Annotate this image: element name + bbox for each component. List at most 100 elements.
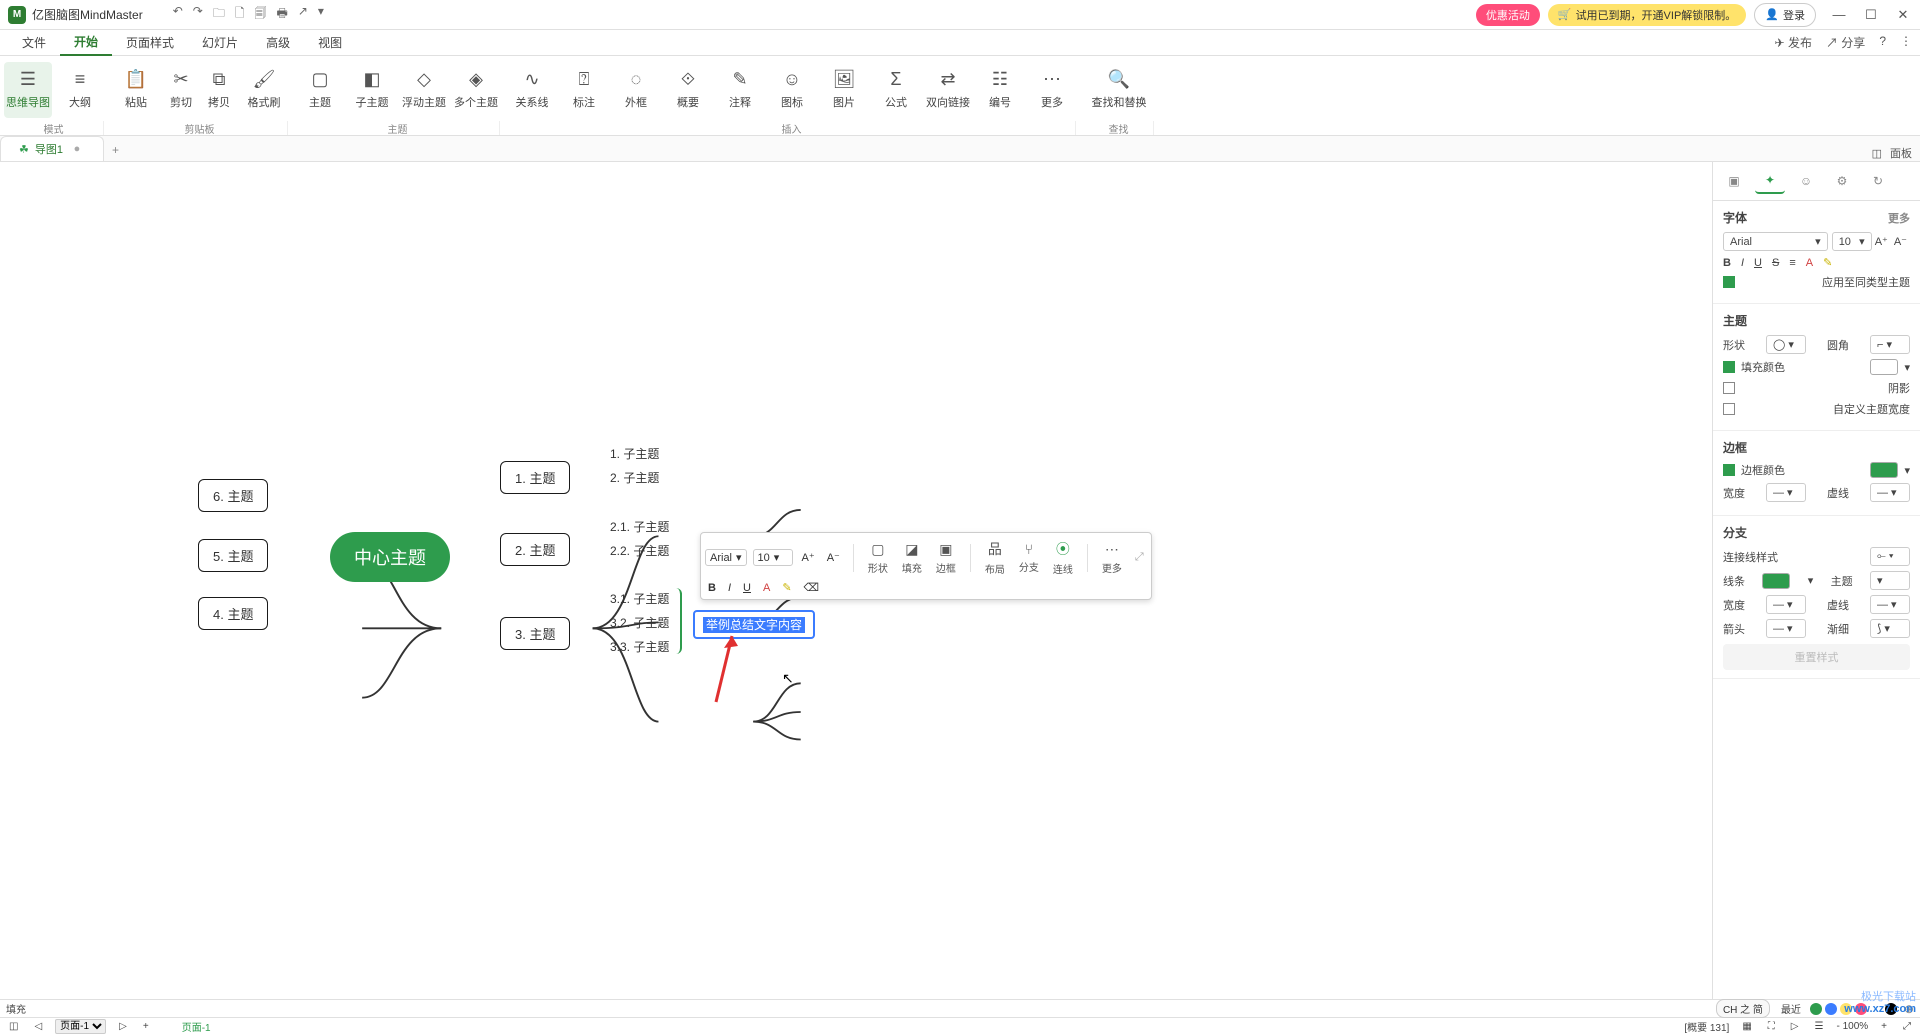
trial-banner[interactable]: 🛒 试用已到期，开通VIP解锁限制。 bbox=[1548, 4, 1746, 26]
print-icon[interactable]: 🖶 bbox=[276, 4, 287, 25]
float-layout[interactable]: 品布局 bbox=[981, 537, 1009, 578]
document-tab[interactable]: ☘ 导图1 ● bbox=[0, 136, 104, 161]
float-connector[interactable]: ⦿连线 bbox=[1049, 537, 1077, 578]
sub-1-2[interactable]: 2. 子主题 bbox=[610, 469, 659, 486]
rp-reset-style-button[interactable]: 重置样式 bbox=[1723, 644, 1910, 670]
relation-button[interactable]: ∿关系线 bbox=[508, 62, 556, 118]
panel-toggle-icon[interactable]: ◫ bbox=[1872, 147, 1882, 160]
insert-more-button[interactable]: ⋯更多 bbox=[1028, 62, 1076, 118]
rp-underline[interactable]: U bbox=[1754, 257, 1762, 269]
rp-border-width-select[interactable]: — ▾ bbox=[1766, 483, 1806, 502]
zoom-control[interactable]: - 100% bbox=[1836, 1021, 1868, 1032]
formula-button[interactable]: Σ公式 bbox=[872, 62, 920, 118]
rp-bold[interactable]: B bbox=[1723, 257, 1731, 269]
numbering-button[interactable]: ☷编号 bbox=[976, 62, 1024, 118]
maximize-icon[interactable]: ☐ bbox=[1862, 7, 1880, 23]
prev-page-icon[interactable]: ◁ bbox=[31, 1021, 45, 1032]
help-icon[interactable]: ? bbox=[1879, 34, 1886, 51]
menu-pagestyle[interactable]: 页面样式 bbox=[112, 30, 188, 55]
rp-branch-width-select[interactable]: — ▾ bbox=[1766, 595, 1806, 614]
menu-advanced[interactable]: 高级 bbox=[252, 30, 304, 55]
annotation-button[interactable]: ✎注释 bbox=[716, 62, 764, 118]
page-tab[interactable]: 页面-1 bbox=[182, 1019, 211, 1034]
rp-border-color-checkbox[interactable] bbox=[1723, 464, 1735, 476]
rp-tab-settings[interactable]: ⚙ bbox=[1827, 168, 1857, 194]
save-icon[interactable]: 🗐 bbox=[254, 4, 266, 25]
undo-icon[interactable]: ↶ bbox=[173, 4, 183, 25]
recent-swatch[interactable] bbox=[1825, 1003, 1837, 1015]
callout-button[interactable]: ⍰标注 bbox=[560, 62, 608, 118]
sub-3-1[interactable]: 3.1. 子主题 bbox=[610, 590, 669, 607]
mindmap-mode-button[interactable]: ☰思维导图 bbox=[4, 62, 52, 118]
qat-more-icon[interactable]: ▾ bbox=[318, 4, 324, 25]
float-more[interactable]: ⋯更多 bbox=[1098, 539, 1126, 577]
float-fill[interactable]: ◪填充 bbox=[898, 539, 926, 577]
subtopic-button[interactable]: ◧子主题 bbox=[348, 62, 396, 118]
menu-view[interactable]: 视图 bbox=[304, 30, 356, 55]
pages-icon[interactable]: ◫ bbox=[6, 1021, 21, 1032]
view-present-icon[interactable]: ▷ bbox=[1788, 1021, 1802, 1032]
recent-swatch[interactable] bbox=[1870, 1003, 1882, 1015]
rp-font-size[interactable]: 10▾ bbox=[1832, 232, 1872, 251]
rp-branch-arrow-select[interactable]: — ▾ bbox=[1766, 619, 1806, 638]
float-collapse-icon[interactable]: ⤢ bbox=[1132, 550, 1147, 565]
rp-branch-topic-select[interactable]: ▾ bbox=[1870, 571, 1910, 590]
sub-3-3[interactable]: 3.3. 子主题 bbox=[610, 638, 669, 655]
zoom-in-icon[interactable]: + bbox=[1878, 1021, 1890, 1032]
rp-branch-dash-select[interactable]: — ▾ bbox=[1870, 595, 1910, 614]
rp-shadow-checkbox[interactable] bbox=[1723, 382, 1735, 394]
view-fit-icon[interactable]: ⛶ bbox=[1765, 1021, 1778, 1032]
rp-font-more[interactable]: 更多 bbox=[1888, 210, 1910, 226]
outline-mode-button[interactable]: ≡大纲 bbox=[56, 62, 104, 118]
picture-button[interactable]: 🖼图片 bbox=[820, 62, 868, 118]
canvas[interactable]: 中心主题 6. 主题 5. 主题 4. 主题 1. 主题 1. 子主题 2. 子… bbox=[0, 162, 1712, 999]
float-shape[interactable]: ▢形状 bbox=[864, 539, 892, 577]
rp-align[interactable]: ≡ bbox=[1789, 257, 1795, 269]
rp-highlight[interactable]: ✎ bbox=[1823, 256, 1832, 269]
rp-font-inc[interactable]: A⁺ bbox=[1872, 234, 1891, 249]
rp-border-color-swatch[interactable] bbox=[1870, 462, 1898, 478]
view-read-icon[interactable]: ☰ bbox=[1812, 1021, 1827, 1032]
close-icon[interactable]: ✕ bbox=[1894, 7, 1912, 23]
left-node-5[interactable]: 5. 主题 bbox=[198, 539, 268, 572]
rp-border-dash-select[interactable]: — ▾ bbox=[1870, 483, 1910, 502]
redo-icon[interactable]: ↷ bbox=[193, 4, 203, 25]
right-node-2[interactable]: 2. 主题 bbox=[500, 533, 570, 566]
right-node-3[interactable]: 3. 主题 bbox=[500, 617, 570, 650]
menu-file[interactable]: 文件 bbox=[8, 30, 60, 55]
paste-button[interactable]: 📋粘贴 bbox=[112, 62, 160, 118]
float-branch[interactable]: ⑂分支 bbox=[1015, 539, 1043, 576]
menu-start[interactable]: 开始 bbox=[60, 29, 112, 56]
copy-button[interactable]: ⧉拷贝 bbox=[202, 62, 236, 118]
float-underline[interactable]: U bbox=[740, 581, 754, 595]
format-painter-button[interactable]: 🖌格式刷 bbox=[240, 62, 288, 118]
icon-button[interactable]: ☺图标 bbox=[768, 62, 816, 118]
rp-italic[interactable]: I bbox=[1741, 257, 1744, 269]
float-italic[interactable]: I bbox=[725, 581, 734, 595]
center-node[interactable]: 中心主题 bbox=[330, 532, 450, 582]
float-fontcolor[interactable]: A bbox=[760, 581, 773, 595]
rp-branch-taper-select[interactable]: ⟆ ▾ bbox=[1870, 619, 1910, 638]
right-node-1[interactable]: 1. 主题 bbox=[500, 461, 570, 494]
view-grid-icon[interactable]: ▦ bbox=[1739, 1021, 1754, 1032]
float-highlight[interactable]: ✎ bbox=[779, 580, 794, 595]
float-font-dec[interactable]: A⁻ bbox=[824, 550, 843, 565]
menubar-more-icon[interactable]: ⋮ bbox=[1900, 34, 1912, 51]
rp-font-dec[interactable]: A⁻ bbox=[1891, 234, 1910, 249]
export-icon[interactable]: ↗ bbox=[298, 4, 308, 25]
rp-fill-swatch[interactable] bbox=[1870, 359, 1898, 375]
boundary-button[interactable]: ◌外框 bbox=[612, 62, 660, 118]
login-button[interactable]: 👤 登录 bbox=[1754, 3, 1816, 27]
page-selector[interactable]: 页面-1 bbox=[55, 1019, 106, 1034]
topic-button[interactable]: ▢主题 bbox=[296, 62, 344, 118]
sub-2-2[interactable]: 2.2. 子主题 bbox=[610, 542, 669, 559]
rp-fontcolor[interactable]: A bbox=[1806, 257, 1813, 269]
left-node-6[interactable]: 6. 主题 bbox=[198, 479, 268, 512]
rp-tab-history[interactable]: ↻ bbox=[1863, 168, 1893, 194]
rp-corner-select[interactable]: ⌐ ▾ bbox=[1870, 335, 1910, 354]
recent-swatch[interactable] bbox=[1840, 1003, 1852, 1015]
share-button[interactable]: ↗ 分享 bbox=[1826, 34, 1865, 51]
summary-node[interactable]: 举例总结文字内容 bbox=[693, 610, 815, 639]
publish-button[interactable]: ✈ 发布 bbox=[1775, 34, 1812, 51]
minimize-icon[interactable]: — bbox=[1830, 7, 1848, 22]
